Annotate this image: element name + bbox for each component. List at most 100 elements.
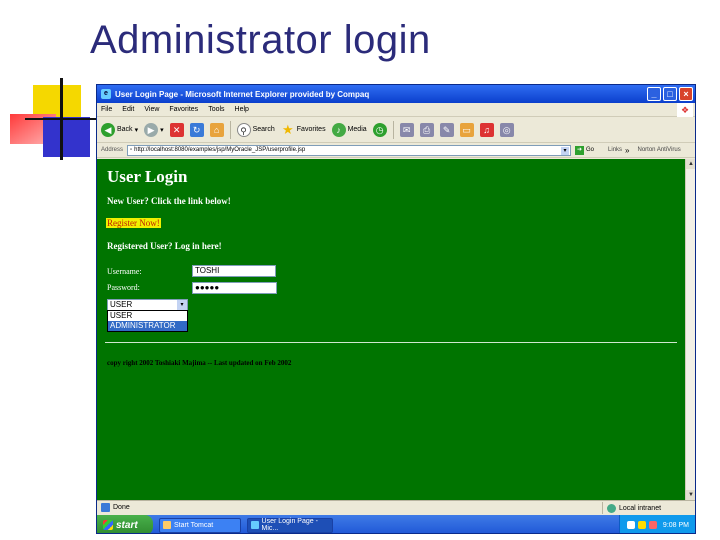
forward-dropdown-icon: ▾ [160,126,164,134]
favorites-button[interactable]: ★ Favorites [281,121,326,137]
role-option-user[interactable]: USER [108,311,187,321]
zone-text: Local intranet [619,504,662,512]
taskbar-item-start-tomcat[interactable]: Start Tomcat [159,517,241,533]
page-heading: User Login [107,167,188,186]
menu-bar: File Edit View Favorites Tools Help ❖ [97,103,695,117]
new-user-text: New User? Click the link below! [107,196,231,206]
toolbar-separator [229,120,231,139]
search-label: Search [252,126,275,133]
scroll-up-icon[interactable]: ▲ [686,159,695,169]
links-button[interactable]: Links [608,147,622,153]
refresh-icon[interactable]: ↻ [189,122,204,137]
task-label: User Login Page - Mic... [261,518,318,532]
menu-file[interactable]: File [101,106,112,113]
menu-help[interactable]: Help [235,106,249,113]
forward-arrow-icon: ▶ [144,122,159,137]
registered-user-text: Registered User? Log in here! [107,241,222,251]
links-chevron-icon[interactable]: » [625,146,629,155]
media-button[interactable]: ♪ Media [331,122,367,137]
menu-favorites[interactable]: Favorites [169,106,198,113]
start-label: start [116,519,138,531]
window-titlebar: e User Login Page - Microsoft Internet E… [97,85,695,103]
back-arrow-icon: ◀ [101,122,115,137]
favorites-label: Favorites [296,126,326,133]
clock[interactable]: 9:08 PM [663,522,689,529]
media-icon: ♪ [331,122,346,137]
security-zone: Local intranet [602,502,661,514]
slide-title: Administrator login [90,18,431,62]
decorative-blue-square [43,117,90,157]
minimize-button[interactable]: _ [647,87,661,101]
vertical-scrollbar[interactable]: ▲ ▼ [685,159,695,500]
start-button[interactable]: start [97,515,153,533]
role-option-administrator[interactable]: ADMINISTRATOR [108,321,187,331]
browser-window: e User Login Page - Microsoft Internet E… [96,84,696,534]
windows-logo-icon: ❖ [677,103,693,117]
address-url: http://localhost:8080/examples/jsp/MyOra… [134,147,306,153]
tray-network-icon[interactable] [626,521,635,529]
page-content: User Login New User? Click the link belo… [97,159,687,500]
system-tray: 9:08 PM [619,515,695,533]
menu-edit[interactable]: Edit [122,106,134,113]
username-label: Username: [107,267,142,276]
intranet-icon [607,503,616,513]
page-icon: ▫ [130,147,133,153]
address-dropdown-icon[interactable]: ▾ [561,146,570,155]
ie-icon: e [101,89,111,99]
status-text: Done [113,504,130,511]
toolbar-separator [392,120,394,139]
status-bar: Done Local intranet [97,500,695,514]
address-input[interactable]: ▫ http://localhost:8080/examples/jsp/MyO… [127,144,572,156]
role-dropdown-list: USER ADMINISTRATOR [107,310,188,332]
print-icon[interactable]: ⎙ [419,122,434,137]
taskbar-item-user-login-page[interactable]: User Login Page - Mic... [247,517,333,533]
back-button[interactable]: ◀ Back ▾ [101,122,139,137]
role-selected-value: USER [110,300,133,309]
maximize-button[interactable]: □ [663,87,677,101]
username-input[interactable]: TOSHI [192,265,276,277]
menu-tools[interactable]: Tools [208,106,224,113]
tomcat-icon [163,521,171,529]
search-icon: ⚲ [236,122,251,137]
tray-volume-icon[interactable] [648,521,657,529]
window-controls: _ □ × [647,87,693,101]
ie-task-icon [251,521,259,529]
go-arrow-icon: ➜ [575,145,585,155]
home-icon[interactable]: ⌂ [209,122,224,137]
task-label: Start Tomcat [174,521,214,529]
decorative-horizontal-line [25,118,100,120]
back-dropdown-icon: ▾ [134,126,139,134]
research-icon[interactable]: ◎ [499,122,514,137]
menu-view[interactable]: View [144,106,159,113]
address-bar: Address ▫ http://localhost:8080/examples… [97,143,695,158]
folder-icon[interactable]: ▭ [459,122,474,137]
go-button[interactable]: ➜ Go [575,145,595,155]
tray-antivirus-icon[interactable] [637,521,646,529]
horizontal-rule [105,342,677,343]
chevron-down-icon[interactable]: ▾ [177,300,187,310]
address-label: Address [101,147,124,153]
mail-icon[interactable]: ✉ [399,122,414,137]
toolbar: ◀ Back ▾ ▶ ▾ ✕ ↻ ⌂ ⚲ Search ★ Favorites … [97,117,695,143]
page-done-icon [101,503,110,512]
messenger-icon[interactable]: ♫ [479,122,494,137]
forward-button[interactable]: ▶ ▾ [144,122,164,137]
norton-antivirus-button[interactable]: Norton AntiVirus [638,147,681,153]
stop-icon[interactable]: ✕ [169,122,184,137]
windows-flag-icon [103,520,113,530]
register-now-link[interactable]: Register Now! [106,218,161,228]
search-button[interactable]: ⚲ Search [236,122,275,137]
copyright-text: copy right 2002 Toshiaki Majima -- Last … [107,359,292,367]
scroll-down-icon[interactable]: ▼ [686,490,695,500]
go-label: Go [586,147,595,153]
window-title: User Login Page - Microsoft Internet Exp… [115,89,370,99]
star-icon: ★ [281,121,294,137]
media-label: Media [347,126,367,133]
close-button[interactable]: × [679,87,693,101]
back-label: Back [117,126,133,133]
taskbar: start Start Tomcat User Login Page - Mic… [97,515,695,533]
password-label: Password: [107,283,140,292]
edit-icon[interactable]: ✎ [439,122,454,137]
history-icon[interactable]: ◷ [372,122,387,137]
password-input[interactable]: ●●●●● [192,282,277,294]
